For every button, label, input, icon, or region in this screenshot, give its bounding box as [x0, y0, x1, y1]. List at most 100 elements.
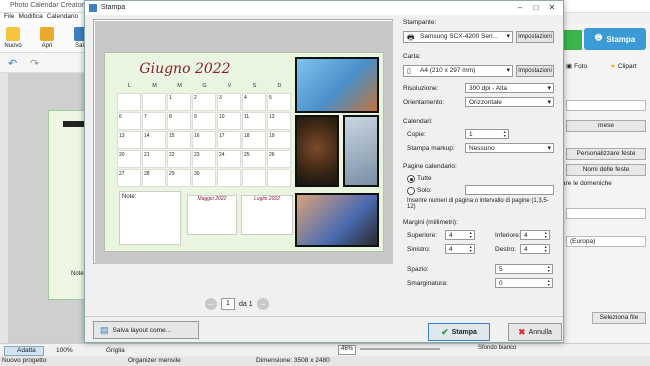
dialog-title-bar: Stampa – □ ✕ [85, 1, 563, 15]
day-cell: 29 [167, 169, 191, 187]
ribbon: Nuovo Apri Salv [0, 23, 90, 53]
green-action-button[interactable] [562, 30, 582, 50]
redo-icon[interactable]: ↷ [30, 57, 39, 70]
check-icon: ✔ [441, 326, 449, 337]
margin-bottom-label: Inferiore: [495, 232, 521, 239]
day-cell: 28 [142, 169, 166, 187]
zoom-slider[interactable] [360, 348, 440, 350]
weekday-header: L [127, 83, 132, 89]
spacing-stepper[interactable]: 5 [495, 264, 553, 274]
dialog-title: Stampa [101, 4, 126, 11]
photo-woman [343, 115, 379, 187]
day-cell: 2 [192, 93, 216, 111]
calendar-grid: L M M G V S D 1 2 3 4 5 6 7 8 9 10 11 12 13 14 15 16 17 18 19 20 21… [117, 83, 297, 193]
paper-settings-button[interactable]: Impostazioni [516, 65, 554, 77]
menu-file[interactable]: File [4, 13, 14, 20]
floppy-icon: ▤ [100, 324, 109, 335]
white-bg-checkbox[interactable]: Sfondo bianco [478, 345, 516, 351]
menu-bar: File Modifica Calendario [0, 13, 90, 23]
print-dialog: Stampa – □ ✕ Giugno 2022 LMMGVSD12345678… [84, 0, 564, 343]
minimize-icon[interactable]: – [513, 3, 527, 12]
margin-right-stepper[interactable]: 4 [520, 244, 550, 254]
new-button[interactable]: Nuovo [2, 25, 24, 49]
sundays-label: are le domeniche [562, 180, 612, 187]
next-page-icon[interactable]: → [256, 298, 269, 310]
day-cell: 5 [267, 93, 291, 111]
pages-only-radio[interactable] [407, 187, 415, 195]
pages-range-input[interactable] [465, 185, 554, 195]
printer-select[interactable]: 🖶 Samsung SCX-4200 Seri... [403, 31, 513, 43]
star-icon: ★ [610, 63, 616, 70]
resolution-label: Risoluzione: [403, 85, 439, 92]
dialog-app-icon [89, 4, 97, 12]
copies-stepper[interactable]: 1 [465, 129, 509, 139]
resolution-select[interactable]: 300 dpi - Alta [465, 83, 554, 93]
page-navigator: ← 1 da 1 → [205, 297, 269, 311]
region-select[interactable]: (Europa) [566, 236, 646, 247]
paper-label: Carta: [403, 53, 421, 60]
margin-top-stepper[interactable]: 4 [445, 230, 475, 240]
page-number-field[interactable]: 1 [221, 298, 235, 310]
footer-divider [85, 316, 563, 317]
paper-select[interactable]: ▯ A4 (210 x 297 mm) [403, 65, 513, 77]
weekday-header: M [152, 83, 157, 89]
save-layout-button[interactable]: ▤ Salva layout come... [93, 321, 199, 339]
day-cell: 11 [242, 112, 266, 130]
day-cell: 9 [192, 112, 216, 130]
day-cell [117, 93, 141, 111]
photo-dog [295, 115, 339, 187]
day-cell: 3 [217, 93, 241, 111]
tab-clipart[interactable]: ★ Clipart [610, 58, 637, 74]
menu-edit[interactable]: Modifica [18, 13, 42, 20]
right-select-1[interactable] [566, 100, 646, 111]
menu-calendar[interactable]: Calendario [47, 13, 78, 20]
prev-page-icon[interactable]: ← [205, 298, 217, 310]
margin-left-label: Sinistro: [407, 246, 431, 253]
grid-toggle[interactable]: Griglia [106, 347, 125, 354]
pages-all-radio[interactable] [407, 175, 415, 183]
open-button[interactable]: Apri [36, 25, 58, 49]
printer-icon: 🖶 [594, 33, 603, 42]
collapse-strip[interactable] [0, 73, 8, 343]
zoom-field[interactable]: 46% [338, 345, 356, 355]
weekday-header: V [227, 83, 232, 89]
margin-left-stepper[interactable]: 4 [445, 244, 475, 254]
markup-label: Stampa markup: [407, 145, 455, 152]
day-cell: 7 [142, 112, 166, 130]
day-cell: 18 [242, 131, 266, 149]
preview-page: Giugno 2022 L M M G V S D 1 2 3 4 5 6 7 8 9 10 11 12 13 14 15… [104, 52, 384, 252]
day-cell: 23 [192, 150, 216, 168]
select-file-button[interactable]: Seleziona file [592, 312, 646, 324]
holiday-names-button[interactable]: Nomi delle feste [566, 164, 646, 176]
bleed-stepper[interactable]: 0 [495, 278, 553, 288]
cancel-button[interactable]: ✖ Annulla [508, 323, 562, 341]
printer-settings-button[interactable]: Impostazioni [516, 31, 554, 43]
undo-icon[interactable]: ↶ [8, 57, 17, 70]
day-cell [142, 93, 166, 111]
day-cell: 24 [217, 150, 241, 168]
print-main-button[interactable]: 🖶 Stampa [584, 28, 646, 50]
month-button[interactable]: mese [566, 120, 646, 132]
margin-bottom-stepper[interactable]: 4 [520, 230, 550, 240]
day-cell: 25 [242, 150, 266, 168]
weekday-header: S [252, 83, 257, 89]
margin-right-label: Destro: [495, 246, 516, 253]
open-icon [40, 27, 54, 41]
tab-photo[interactable]: ▣ Foto [566, 58, 587, 74]
photo-couple [295, 57, 379, 113]
right-select-2[interactable] [566, 208, 646, 219]
maximize-icon[interactable]: □ [529, 3, 543, 12]
copies-label: Copie: [407, 131, 426, 138]
print-button[interactable]: ✔ Stampa [428, 323, 490, 341]
fit-button[interactable]: Adatta [4, 346, 44, 356]
print-preview: Giugno 2022 L M M G V S D 1 2 3 4 5 6 7 8 9 10 11 12 13 14 15… [93, 19, 393, 264]
status-bar: Nuovo progetto Organizer mensile Dimensi… [0, 356, 650, 366]
new-icon [6, 27, 20, 41]
orientation-select[interactable]: Orizzontale [465, 97, 554, 107]
customize-holidays-button[interactable]: Personalizzare feste [566, 148, 646, 160]
markup-select[interactable]: Nessuno [465, 143, 554, 153]
zoom-100-button[interactable]: 100% [56, 347, 73, 354]
margin-top-label: Superiore: [407, 232, 437, 239]
pages-hint: Inserire numeri di pagina o intervallo d… [407, 198, 549, 210]
close-icon[interactable]: ✕ [545, 3, 559, 12]
